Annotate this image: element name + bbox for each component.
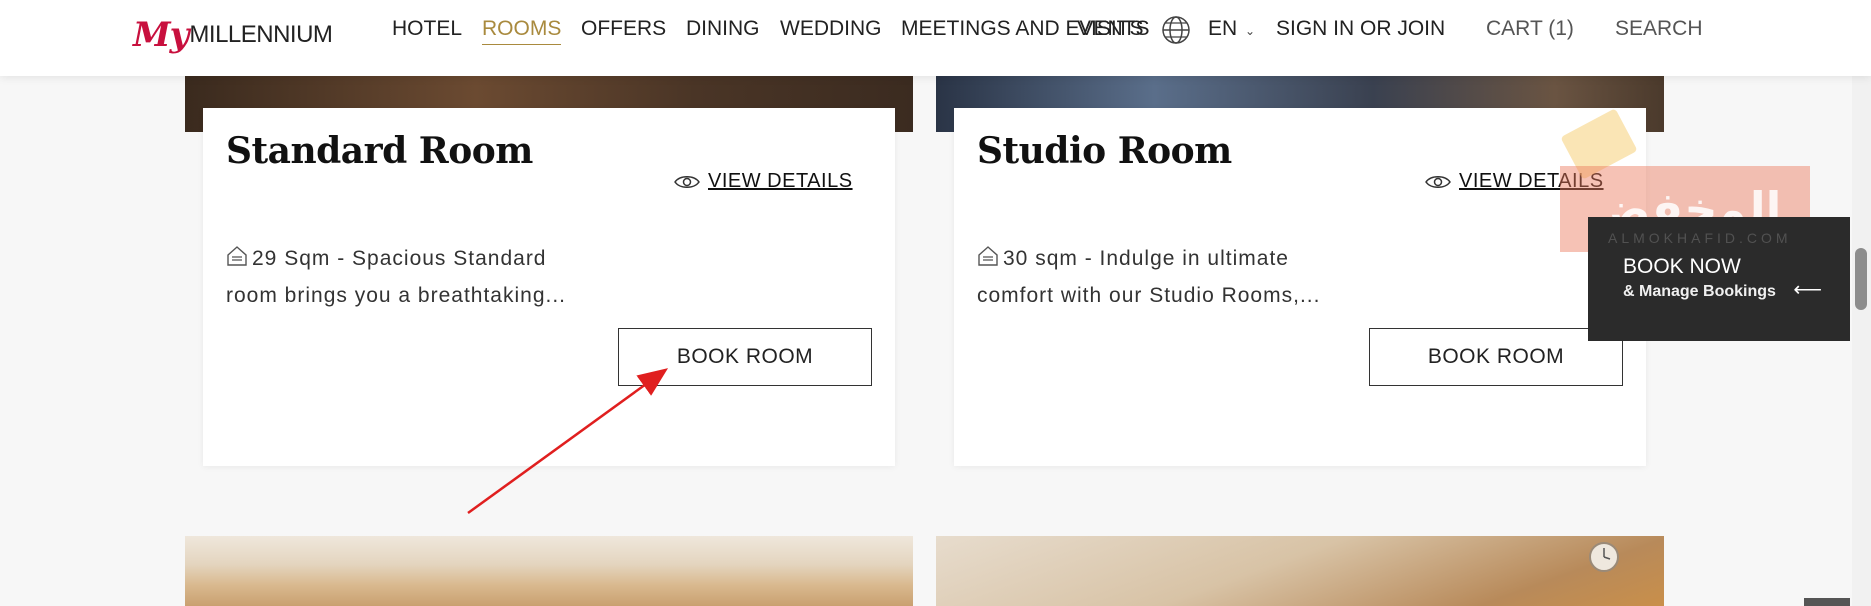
house-icon	[227, 246, 247, 266]
room-title: Studio Room	[977, 130, 1232, 172]
nav-offers[interactable]: OFFERS	[581, 17, 666, 41]
room-description: 29 Sqm - Spacious Standard room brings y…	[226, 240, 606, 314]
view-details-label: VIEW DETAILS	[708, 170, 853, 192]
eye-icon	[1425, 175, 1451, 188]
book-room-button[interactable]: BOOK ROOM	[618, 328, 872, 386]
wall-clock-icon	[1589, 542, 1619, 572]
next-room-photo-right	[936, 536, 1664, 606]
room-title: Standard Room	[226, 130, 533, 172]
scroll-corner	[1804, 598, 1850, 606]
cart-link[interactable]: CART (1)	[1486, 17, 1574, 41]
search-link[interactable]: SEARCH	[1615, 17, 1703, 41]
scrollbar-track[interactable]	[1852, 76, 1871, 606]
room-card-studio: Studio Room VIEW DETAILS 30 sqm - Indulg…	[954, 108, 1646, 466]
logo-my: My	[133, 15, 189, 55]
room-description-line2: comfort with our Studio Rooms,...	[977, 284, 1321, 307]
nav-hotel[interactable]: HOTEL	[392, 17, 462, 41]
chevron-down-icon[interactable]: ⌄	[1245, 24, 1255, 38]
nav-dining[interactable]: DINING	[686, 17, 760, 41]
room-description-line1: 29 Sqm - Spacious Standard	[252, 247, 547, 270]
room-description-line1: 30 sqm - Indulge in ultimate	[1003, 247, 1289, 270]
sign-in-link[interactable]: SIGN IN OR JOIN	[1276, 17, 1445, 41]
view-details-link[interactable]: VIEW DETAILS	[674, 170, 853, 193]
nav-rooms[interactable]: ROOMS	[482, 17, 562, 45]
language-selector[interactable]: EN	[1208, 17, 1237, 41]
eye-icon	[674, 175, 700, 188]
top-navigation: My MILLENNIUM HOTEL ROOMS OFFERS DINING …	[0, 0, 1871, 76]
book-now-title: BOOK NOW	[1623, 255, 1741, 278]
room-description-line2: room brings you a breathtaking...	[226, 284, 567, 307]
room-description: 30 sqm - Indulge in ultimate comfort wit…	[977, 240, 1357, 314]
scrollbar-thumb[interactable]	[1855, 248, 1867, 310]
book-room-button[interactable]: BOOK ROOM	[1369, 328, 1623, 386]
mymillennium-logo[interactable]: My MILLENNIUM	[133, 6, 333, 55]
nav-wedding[interactable]: WEDDING	[780, 17, 882, 41]
watermark-latin-text: ALMOKHAFID.COM	[1608, 230, 1792, 246]
nav-visits[interactable]: VISITS	[1077, 17, 1144, 41]
globe-icon[interactable]	[1161, 15, 1191, 45]
house-icon	[978, 246, 998, 266]
arrow-left-icon: ⟵	[1793, 279, 1822, 301]
logo-brand: MILLENNIUM	[189, 21, 333, 48]
room-card-standard: Standard Room VIEW DETAILS 29 Sqm - Spac…	[203, 108, 895, 466]
next-room-photo-left	[185, 536, 913, 606]
page: My MILLENNIUM HOTEL ROOMS OFFERS DINING …	[0, 0, 1871, 606]
